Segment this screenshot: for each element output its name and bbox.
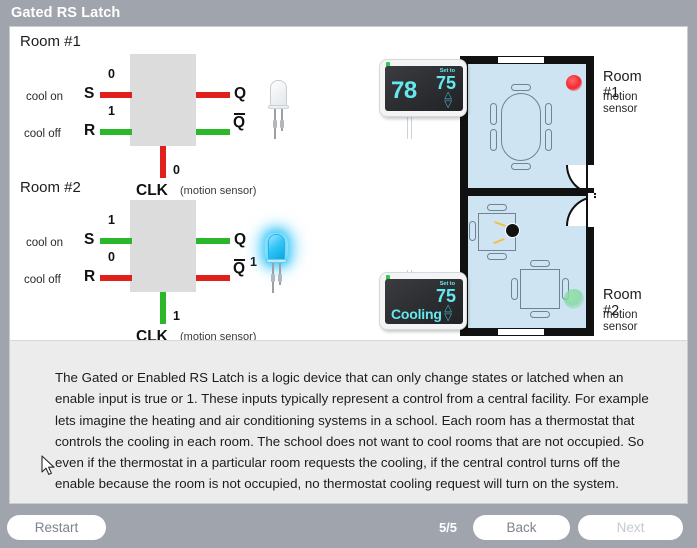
r-value-2: 0 — [108, 250, 115, 264]
restart-button[interactable]: Restart — [7, 515, 106, 540]
q-wire-2 — [196, 238, 230, 244]
r-pin-label-2: R — [84, 268, 96, 285]
person-room2 — [505, 223, 520, 238]
chair-room1-top — [511, 84, 531, 91]
r-wire-1 — [100, 129, 132, 135]
led-indicator-room2 — [264, 233, 290, 295]
q-pin-label-2: Q — [234, 231, 247, 248]
chair-room1-bottom — [511, 163, 531, 170]
thermostat-mode-2: Cooling — [391, 306, 442, 322]
qbar-pin-label-1: Q — [233, 113, 245, 130]
thermostat-room2[interactable]: Cooling Set to 75 △ ▽ — [379, 272, 467, 330]
qbar-char-2: Q — [233, 259, 246, 277]
cool-off-label-2: cool off — [24, 274, 61, 286]
thermostat-room1[interactable]: 78 Set to 75 △ ▽ — [379, 59, 467, 117]
latch-diagram-room1: Room #1 cool on S 0 cool off R 1 Q Q 0 C… — [12, 33, 312, 199]
chair-room2-b-left — [511, 278, 518, 300]
latch-body-2 — [130, 200, 196, 292]
led-nub-right-1 — [280, 120, 284, 128]
chair-room2-b-bottom — [530, 311, 550, 318]
table-room2-b — [520, 269, 560, 309]
s-value-2: 1 — [108, 213, 115, 227]
next-button[interactable]: Next — [578, 515, 683, 540]
chair-room2-a-left — [469, 221, 476, 241]
led-bulb-2 — [268, 234, 285, 261]
clk-value-1: 0 — [173, 163, 180, 177]
window-title: Gated RS Latch — [11, 5, 121, 21]
chevron-down-icon-2[interactable]: ▽ — [444, 313, 452, 323]
qbar-pin-label-2: Q — [233, 259, 245, 276]
description-panel: The Gated or Enabled RS Latch is a logic… — [10, 340, 687, 503]
qbar-wire-1 — [196, 129, 230, 135]
chair-room1-right-2 — [545, 129, 552, 151]
r-wire-2 — [100, 275, 132, 281]
footer-bar: Restart 5/5 Back Next — [0, 505, 697, 548]
floorplan-room2-sublabel: motion sensor — [603, 309, 638, 333]
qbar-char-1: Q — [233, 113, 246, 131]
chair-room1-right-1 — [545, 103, 552, 125]
door-jamb-room2 — [586, 193, 588, 227]
clk-wire-1 — [160, 146, 166, 178]
description-text: The Gated or Enabled RS Latch is a logic… — [55, 370, 649, 492]
latch-room-title-2: Room #2 — [20, 179, 81, 196]
thermostat-screen-1: 78 Set to 75 △ ▽ — [385, 66, 463, 111]
led-nub-left-2 — [271, 274, 275, 282]
led-bulb-1 — [270, 80, 287, 107]
back-button[interactable]: Back — [473, 515, 570, 540]
table-room1 — [501, 93, 541, 161]
cool-on-label-1: cool on — [26, 91, 64, 103]
cool-on-label-2: cool on — [26, 237, 64, 249]
simulation-stage: Room #1 cool on S 0 cool off R 1 Q Q 0 C… — [10, 27, 687, 345]
chair-room1-left-1 — [490, 103, 497, 125]
chair-room2-b-top — [530, 260, 550, 267]
cool-off-label-1: cool off — [24, 128, 61, 140]
s-wire-2 — [100, 238, 132, 244]
s-value-1: 0 — [108, 67, 115, 81]
person-head — [506, 224, 519, 237]
s-wire-1 — [100, 92, 132, 98]
led-nub-right-2 — [278, 274, 282, 282]
chair-room2-a-top — [487, 204, 507, 211]
wall-room2-top — [460, 188, 594, 196]
chair-room2-a-bottom — [487, 253, 507, 260]
q-wire-1 — [196, 92, 230, 98]
chevron-down-icon-1[interactable]: ▽ — [444, 100, 452, 110]
motion-sensor-room1 — [566, 75, 582, 91]
app-window: Gated RS Latch Room #1 cool on S 0 cool … — [0, 0, 697, 548]
latch-diagram-room2: Room #2 cool on S 1 cool off R 0 Q Q 1 C… — [12, 179, 312, 345]
thermostat-screen-2: Cooling Set to 75 △ ▽ — [385, 279, 463, 324]
led-collar-1 — [268, 105, 289, 109]
window-room1 — [498, 56, 544, 64]
s-pin-label-2: S — [84, 231, 95, 248]
led-indicator-room1 — [266, 79, 292, 141]
floorplan-room1-sublabel: motion sensor — [603, 91, 638, 115]
window-room2 — [498, 328, 544, 336]
clk-wire-2 — [160, 292, 166, 324]
latch-body-1 — [130, 54, 196, 146]
r-pin-label-1: R — [84, 122, 96, 139]
thermostat-temp-1: 78 — [391, 77, 417, 104]
clk-value-2: 1 — [173, 309, 180, 323]
s-pin-label-1: S — [84, 85, 95, 102]
r-value-1: 1 — [108, 104, 115, 118]
page-indicator: 5/5 — [438, 520, 458, 535]
led-value-room2: 1 — [250, 255, 257, 269]
q-pin-label-1: Q — [234, 85, 247, 102]
led-collar-2 — [266, 259, 287, 263]
mouse-cursor — [41, 455, 55, 475]
content-card: Room #1 cool on S 0 cool off R 1 Q Q 0 C… — [9, 26, 688, 504]
latch-room-title-1: Room #1 — [20, 33, 81, 50]
motion-sensor-room2 — [564, 289, 584, 309]
qbar-wire-2 — [196, 275, 230, 281]
title-bar: Gated RS Latch — [0, 0, 697, 26]
chair-room1-left-2 — [490, 129, 497, 151]
led-nub-left-1 — [273, 120, 277, 128]
